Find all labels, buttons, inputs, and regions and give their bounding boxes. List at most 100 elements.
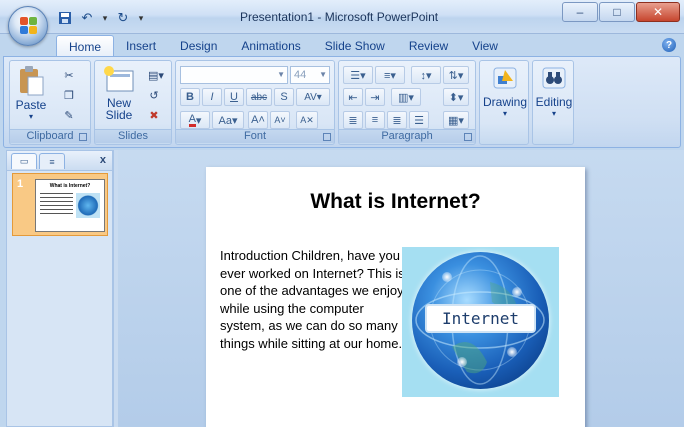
numbering-button[interactable]: ≡▾: [375, 66, 405, 84]
align-left-button[interactable]: ≣: [343, 111, 363, 129]
window-controls: – □ ✕: [562, 2, 680, 22]
tab-animations[interactable]: Animations: [229, 35, 312, 57]
slide-editing-area: What is Internet? Introduction Children,…: [118, 150, 684, 427]
line-spacing-button[interactable]: ↕▾: [411, 66, 441, 84]
drawing-dropdown-icon: ▾: [502, 109, 507, 118]
align-right-button[interactable]: ≣: [387, 111, 407, 129]
customize-toolbar-icon[interactable]: ▾: [136, 9, 146, 27]
slide-body-text[interactable]: Introduction Children, have you ever wor…: [220, 247, 405, 352]
drawing-group: Drawing ▾: [479, 60, 529, 145]
ribbon: Paste ▾ ✂ ❐ ✎ Clipboard New Slide ▤▾ ↺ ✖…: [3, 56, 681, 148]
new-slide-button[interactable]: New Slide: [99, 65, 139, 121]
outline-tab-icon[interactable]: ≡: [39, 153, 65, 169]
new-slide-label-line2: Slide: [105, 108, 133, 122]
tab-insert[interactable]: Insert: [114, 35, 168, 57]
slide-canvas[interactable]: What is Internet? Introduction Children,…: [206, 167, 585, 427]
justify-button[interactable]: ☰: [409, 111, 429, 129]
delete-slide-icon[interactable]: ✖: [145, 107, 163, 123]
columns-button[interactable]: ▥▾: [391, 88, 421, 106]
underline-button[interactable]: U: [224, 88, 244, 106]
increase-indent-button[interactable]: ⇥: [365, 88, 385, 106]
paste-icon: [17, 65, 45, 99]
close-panel-icon[interactable]: x: [100, 154, 106, 166]
shapes-icon: [492, 66, 518, 92]
clipboard-label: Clipboard: [10, 129, 90, 143]
layout-icon[interactable]: ▤▾: [145, 67, 167, 83]
redo-icon[interactable]: ↻: [114, 9, 132, 27]
font-size-combo[interactable]: 44 ▼: [290, 66, 330, 84]
font-label: Font: [176, 129, 334, 143]
tab-design[interactable]: Design: [168, 35, 229, 57]
align-center-button[interactable]: ≡: [365, 111, 385, 129]
paragraph-launcher-icon[interactable]: [464, 133, 472, 141]
format-painter-icon[interactable]: ✎: [60, 107, 78, 123]
font-group: ▼ 44 ▼ B I U abc S AV▾ A ▾ Aa▾ A˄ A˅ A✕ F…: [175, 60, 335, 145]
grow-font-button[interactable]: A˄: [248, 111, 268, 129]
change-case-button[interactable]: Aa▾: [212, 111, 244, 129]
bold-button[interactable]: B: [180, 88, 200, 106]
slide-thumbnail[interactable]: What is Internet?: [35, 179, 105, 232]
thumbnail-title: What is Internet?: [49, 183, 91, 189]
drawing-button[interactable]: Drawing ▾: [482, 66, 528, 120]
new-slide-icon: [103, 65, 135, 97]
shrink-font-button[interactable]: A˅: [270, 111, 290, 129]
undo-icon[interactable]: ↶: [78, 9, 96, 27]
editing-label: Editing: [535, 95, 573, 109]
slide-title[interactable]: What is Internet?: [206, 190, 585, 214]
drawing-label: Drawing: [482, 95, 527, 109]
paragraph-label: Paragraph: [339, 129, 475, 143]
tab-slide-show[interactable]: Slide Show: [313, 35, 397, 57]
tab-view[interactable]: View: [460, 35, 510, 57]
clipboard-group: Paste ▾ ✂ ❐ ✎ Clipboard: [9, 60, 91, 145]
title-bar: ↶ ▾ ↻ ▾ Presentation1 - Microsoft PowerP…: [0, 0, 684, 34]
strikethrough-button[interactable]: abc: [246, 88, 272, 106]
editing-button[interactable]: Editing ▾: [534, 66, 574, 120]
paste-button[interactable]: Paste ▾: [16, 65, 46, 123]
ribbon-tabs: Home Insert Design Animations Slide Show…: [56, 34, 510, 57]
copy-icon[interactable]: ❐: [60, 87, 78, 103]
internet-globe-image[interactable]: Internet: [402, 247, 559, 397]
thumbnail-text-lines: [40, 193, 73, 217]
bullets-button[interactable]: ☰▾: [343, 66, 373, 84]
minimize-button[interactable]: –: [562, 2, 598, 22]
clear-formatting-button[interactable]: A✕: [296, 111, 318, 129]
align-text-button[interactable]: ⬍▾: [443, 88, 469, 106]
office-button[interactable]: [8, 6, 48, 46]
smartart-button[interactable]: ▦▾: [443, 111, 469, 129]
reset-slide-icon[interactable]: ↺: [145, 87, 163, 103]
slide-number: 1: [17, 178, 24, 190]
slides-outline-panel: ▭ ≡ x 1 What is Internet?: [6, 150, 113, 427]
slides-group: New Slide ▤▾ ↺ ✖ Slides: [94, 60, 172, 145]
character-spacing-button[interactable]: AV▾: [296, 88, 330, 106]
tab-review[interactable]: Review: [397, 35, 460, 57]
font-color-button[interactable]: A ▾: [180, 111, 210, 129]
maximize-button[interactable]: □: [599, 2, 635, 22]
undo-dropdown-icon[interactable]: ▾: [100, 9, 110, 27]
text-direction-button[interactable]: ⇅▾: [443, 66, 469, 84]
font-launcher-icon[interactable]: [323, 133, 331, 141]
office-logo-icon: [20, 17, 38, 35]
clipboard-launcher-icon[interactable]: [79, 133, 87, 141]
slides-tab-icon[interactable]: ▭: [11, 153, 37, 169]
italic-button[interactable]: I: [202, 88, 222, 106]
font-size-dropdown-icon: ▼: [319, 70, 327, 79]
slide-thumbnail-selected[interactable]: 1 What is Internet?: [12, 173, 108, 236]
binoculars-icon: [541, 66, 567, 92]
decrease-indent-button[interactable]: ⇤: [343, 88, 363, 106]
shadow-button[interactable]: S: [274, 88, 294, 106]
tab-home[interactable]: Home: [56, 35, 115, 57]
slides-label: Slides: [95, 129, 171, 143]
save-icon[interactable]: [56, 9, 74, 27]
quick-access-toolbar: ↶ ▾ ↻ ▾: [56, 9, 146, 27]
paragraph-group: ☰▾ ≡▾ ↕▾ ⇅▾ ⇤ ⇥ ▥▾ ⬍▾ ≣ ≡ ≣ ☰ ▦▾ Paragra…: [338, 60, 476, 145]
close-button[interactable]: ✕: [636, 2, 680, 22]
font-name-dropdown-icon: ▼: [277, 70, 285, 79]
help-icon[interactable]: ?: [662, 38, 676, 52]
font-size-value: 44: [294, 69, 307, 81]
editing-group: Editing ▾: [532, 60, 574, 145]
window-title: Presentation1 - Microsoft PowerPoint: [240, 10, 439, 24]
cut-icon[interactable]: ✂: [60, 67, 78, 83]
font-name-combo[interactable]: ▼: [180, 66, 288, 84]
paste-dropdown-icon: ▾: [28, 112, 33, 121]
thumbnail-image: [76, 193, 100, 218]
